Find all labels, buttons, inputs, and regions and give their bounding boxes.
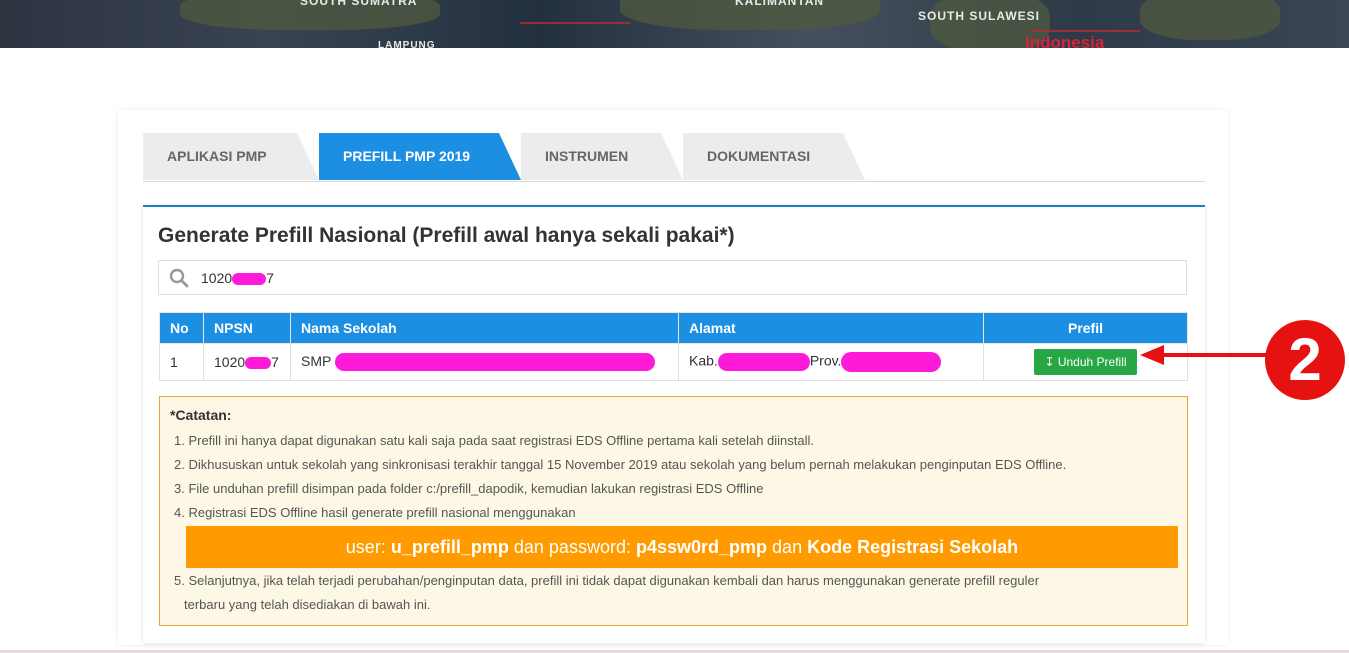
map-label-kalimantan: KALIMANTAN <box>735 0 825 8</box>
cell-no: 1 <box>159 343 204 381</box>
redaction-mark <box>841 352 942 372</box>
unduh-prefill-label: Unduh Prefill <box>1057 355 1127 369</box>
map-label-country: Indonesia <box>1025 33 1105 48</box>
map-label-sumatra: SOUTH SUMATRA <box>300 0 418 8</box>
cell-nama-sekolah: SMP <box>290 343 679 381</box>
annotation-arrow <box>1140 345 1266 365</box>
prefill-panel: Generate Prefill Nasional (Prefill awal … <box>143 205 1205 643</box>
table-row: 1 1020 7 SMP Kab. Prov. ↧ Unduh Prefill <box>159 343 1188 381</box>
note-item: terbaru yang telah disediakan di bawah i… <box>184 597 431 612</box>
unduh-prefill-button[interactable]: ↧ Unduh Prefill <box>1034 349 1137 375</box>
col-header-no: No <box>159 312 204 344</box>
tab-prefill-pmp-2019[interactable]: PREFILL PMP 2019 <box>319 133 521 180</box>
redaction-mark <box>334 353 655 372</box>
note-item: 3. File unduhan prefill disimpan pada fo… <box>174 481 764 496</box>
notes-title: *Catatan: <box>170 407 232 423</box>
search-value: 1020 7 <box>201 270 274 286</box>
col-header-alamat: Alamat <box>678 312 984 344</box>
cell-npsn: 1020 7 <box>203 343 291 381</box>
tab-bar: APLIKASI PMP PREFILL PMP 2019 INSTRUMEN … <box>143 133 1205 182</box>
map-label-lampung: LAMPUNG <box>378 40 436 48</box>
redaction-mark <box>245 357 272 370</box>
credential-username: u_prefill_pmp <box>390 537 509 557</box>
credential-password: p4ssw0rd_pmp <box>635 537 768 557</box>
tab-aplikasi-pmp[interactable]: APLIKASI PMP <box>143 133 319 180</box>
col-header-nama-sekolah: Nama Sekolah <box>290 312 679 344</box>
tab-instrumen[interactable]: INSTRUMEN <box>521 133 683 180</box>
table-header-row: No NPSN Nama Sekolah Alamat Prefil <box>159 312 1188 344</box>
redaction-mark <box>717 353 810 371</box>
note-item: 5. Selanjutnya, jika telah terjadi perub… <box>174 573 1040 588</box>
credentials-highlight: user: u_prefill_pmp dan password: p4ssw0… <box>186 526 1178 568</box>
map-banner: SOUTH SUMATRA KALIMANTAN SOUTH SULAWESI … <box>0 0 1349 48</box>
tab-dokumentasi[interactable]: DOKUMENTASI <box>683 133 865 180</box>
cell-alamat: Kab. Prov. <box>678 343 984 381</box>
search-icon <box>169 268 189 293</box>
panel-title: Generate Prefill Nasional (Prefill awal … <box>158 224 735 247</box>
annotation-badge: 2 <box>1265 320 1345 400</box>
credential-code: Kode Registrasi Sekolah <box>807 537 1019 557</box>
map-label-sulawesi: SOUTH SULAWESI <box>918 9 1041 23</box>
search-input[interactable]: 1020 7 <box>158 260 1187 295</box>
note-item: 4. Registrasi EDS Offline hasil generate… <box>174 505 576 520</box>
notes-box: *Catatan: 1. Prefill ini hanya dapat dig… <box>159 396 1188 626</box>
school-table: No NPSN Nama Sekolah Alamat Prefil 1 102… <box>159 312 1188 381</box>
col-header-npsn: NPSN <box>203 312 291 344</box>
note-item: 1. Prefill ini hanya dapat digunakan sat… <box>174 433 815 448</box>
redaction-mark <box>232 273 267 286</box>
col-header-prefil: Prefil <box>983 312 1188 344</box>
download-icon: ↧ <box>1044 355 1055 369</box>
note-item: 2. Dikhususkan untuk sekolah yang sinkro… <box>174 457 1067 472</box>
